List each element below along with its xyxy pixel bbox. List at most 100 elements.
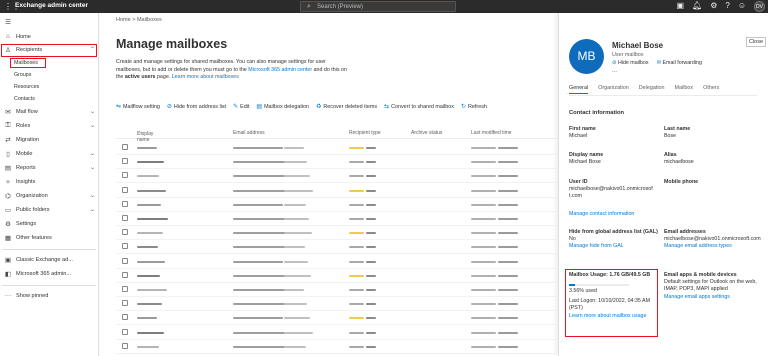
more-actions-icon[interactable]: ... [612,68,617,74]
settings-icon[interactable]: ⚙ [710,1,717,10]
sidebar-item-public-folders[interactable]: ▭ Public folders ⌄ [0,204,99,217]
sidebar-item-mailboxes[interactable]: Mailboxes [14,60,38,66]
convert-shared-button[interactable]: ⇆ Convert to shared mailbox [384,103,454,111]
column-recipient-type[interactable]: Recipient type [349,130,381,136]
console-icon[interactable]: ▣ [676,1,684,10]
redacted-cell [498,161,518,164]
recover-deleted-button[interactable]: ♻ Recover deleted items [316,103,377,111]
sidebar-item-recipients[interactable]: ♙ Recipients ⌃ [0,44,99,57]
tab-others[interactable]: Others [703,85,719,94]
row-checkbox[interactable] [122,314,128,321]
row-checkbox[interactable] [122,200,128,207]
table-row[interactable] [116,326,556,340]
tab-organization[interactable]: Organization [598,85,629,94]
row-checkbox[interactable] [122,328,128,335]
sidebar-item-mail-flow[interactable]: ✉ Mail flow ⌄ [0,106,99,119]
table-row[interactable] [116,340,556,354]
notification-icon[interactable]: 🔔︎ [692,1,702,10]
action-label: Email forwarding [662,60,702,66]
table-row[interactable] [116,311,556,326]
redacted-cell [349,303,364,306]
table-row[interactable] [116,169,556,184]
show-pinned-button[interactable]: ··· Show pinned [0,290,99,303]
table-row[interactable] [116,212,556,226]
field-value: michaelbose@nakivo01.onmicrosoft.com [664,236,761,243]
sidebar-item-classic-exchange[interactable]: ▣ Classic Exchange ad... [0,254,99,267]
manage-gal-link[interactable]: Manage hide from GAL [569,243,624,249]
row-checkbox[interactable] [122,257,128,264]
sidebar-item-home[interactable]: ⌂ Home [0,31,99,44]
table-row[interactable] [116,283,556,297]
hamburger-button[interactable]: ☰ [0,16,99,29]
table-row[interactable] [116,240,556,255]
redacted-cell [471,317,496,320]
row-checkbox[interactable] [122,342,128,349]
close-button[interactable]: Close [745,37,766,47]
table-row[interactable] [116,297,556,312]
mailbox-usage-field: Mailbox Usage: 1.76 GB/49.5 GB [569,272,650,279]
tab-delegation[interactable]: Delegation [639,85,665,94]
feedback-icon[interactable]: ☺ [738,1,746,10]
desc-bold: active users [124,74,156,81]
table-row[interactable] [116,141,556,155]
row-checkbox[interactable] [122,286,128,292]
sidebar-item-migration[interactable]: ⇄ Migration [0,134,99,147]
sidebar-item-insights[interactable]: ✧ Insights [0,176,99,189]
row-checkbox[interactable] [122,186,128,193]
tab-general[interactable]: General [569,85,589,94]
redacted-cell [137,175,159,178]
column-email-address[interactable]: Email address [233,130,265,136]
manage-apps-link[interactable]: Manage email apps settings [664,294,730,300]
table-row[interactable] [116,198,556,212]
row-checkbox[interactable] [122,215,128,221]
sidebar-item-settings[interactable]: ⚙ Settings [0,218,99,231]
table-row[interactable] [116,184,556,198]
row-checkbox[interactable] [122,229,128,236]
sidebar-item-m365-admin[interactable]: ◧ Microsoft 365 admin... [0,268,99,281]
refresh-button[interactable]: ↻ Refresh [461,103,487,111]
sidebar-item-reports[interactable]: ▤ Reports ⌄ [0,162,99,175]
edit-button[interactable]: ✎ Edit [233,103,249,111]
row-checkbox[interactable] [122,271,128,278]
manage-contact-link[interactable]: Manage contact information [569,211,634,217]
column-archive-status[interactable]: Archive status [411,130,442,136]
redacted-cell [366,331,376,334]
help-icon[interactable]: ? [725,1,729,10]
sidebar-item-organization[interactable]: ⌬ Organization ⌄ [0,190,99,203]
tab-mailbox[interactable]: Mailbox [675,85,694,94]
row-checkbox[interactable] [122,172,128,179]
sidebar-item-mobile[interactable]: ▯ Mobile ⌄ [0,148,99,161]
avatar[interactable]: DV [754,1,765,12]
sidebar-item-groups[interactable]: Groups [14,72,31,78]
table-row[interactable] [116,155,556,170]
learn-mailboxes-link[interactable]: Learn more about mailboxes [172,74,239,80]
table-row[interactable] [116,255,556,269]
mailflow-setting-button[interactable]: ⇋ Mailflow setting [116,103,160,111]
search-box[interactable]: ⌕ Search (Preview) [300,1,456,12]
app-title[interactable]: Exchange admin center [15,2,88,9]
mailbox-delegation-button[interactable]: ▤ Mailbox delegation [256,103,309,111]
hide-mailbox-button[interactable]: ⊘ Hide mailbox [612,60,649,66]
sidebar-item-other-features[interactable]: ▦ Other features [0,232,99,245]
row-checkbox[interactable] [122,300,128,307]
table-row[interactable] [116,269,556,283]
row-checkbox[interactable] [122,158,128,165]
panel-type: User mailbox [612,52,644,58]
redacted-cell [366,147,376,149]
hide-address-list-button[interactable]: ⊘ Hide from address list [167,103,226,111]
email-forwarding-button[interactable]: ✉ Email forwarding [657,60,702,66]
field-value: No [569,236,576,243]
learn-usage-link[interactable]: Learn more about mailbox usage [569,313,646,319]
breadcrumb-home[interactable]: Home [116,17,131,23]
m365-admin-link[interactable]: Microsoft 365 admin center [248,67,312,73]
mobile-phone-field: Mobile phone [664,179,698,186]
sidebar-item-roles[interactable]: ⚿ Roles ⌄ [0,120,99,133]
row-checkbox[interactable] [122,144,128,150]
table-row[interactable] [116,226,556,241]
row-checkbox[interactable] [122,243,128,250]
sidebar-item-resources[interactable]: Resources [14,84,39,90]
redacted-cell [366,289,376,291]
manage-email-link[interactable]: Manage email address types [664,243,732,249]
column-last-modified[interactable]: Last modified time [471,130,512,136]
sidebar-item-contacts[interactable]: Contacts [14,96,35,102]
